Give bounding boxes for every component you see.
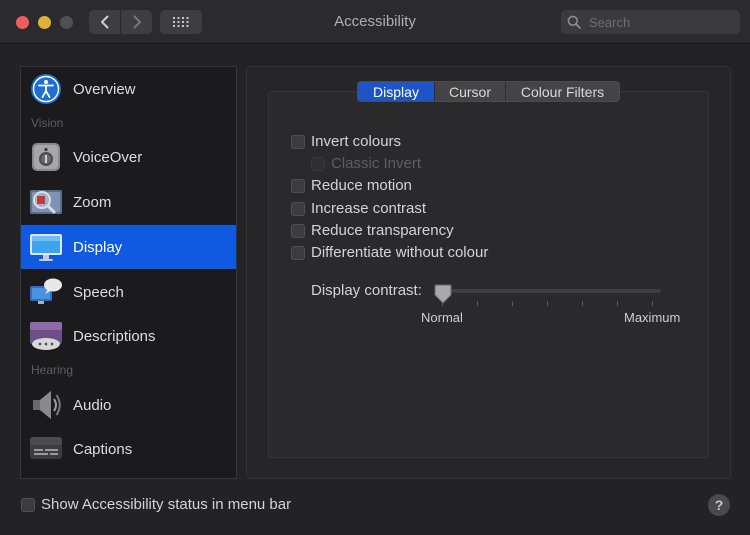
back-button[interactable] xyxy=(89,10,120,34)
section-header-hearing: Hearing xyxy=(31,363,74,377)
accessibility-icon xyxy=(29,72,63,106)
help-button[interactable]: ? xyxy=(708,494,730,516)
show-status-checkbox[interactable] xyxy=(21,497,35,512)
sidebar-item-display[interactable]: Display xyxy=(21,225,236,269)
slider-tick xyxy=(652,301,653,306)
contrast-min-label: Normal xyxy=(421,310,463,325)
slider-tick xyxy=(582,301,583,306)
sidebar-item-zoom[interactable]: Zoom xyxy=(21,180,236,224)
increase-contrast-option[interactable]: Increase contrast xyxy=(291,200,426,217)
show-status-label: Show Accessibility status in menu bar xyxy=(41,496,292,513)
forward-button[interactable] xyxy=(120,10,152,34)
sidebar-item-label: Zoom xyxy=(73,193,112,211)
differentiate-without-colour-label: Differentiate without colour xyxy=(311,244,489,261)
invert-colours-label: Invert colours xyxy=(311,133,402,150)
chevron-right-icon xyxy=(133,15,141,29)
sidebar-item-overview[interactable]: Overview xyxy=(21,67,236,111)
slider-tick xyxy=(617,301,618,306)
classic-invert-option: Classic Invert xyxy=(311,155,421,172)
sidebar: Overview Vision VoiceOver Zoom Display S… xyxy=(20,66,237,479)
reduce-transparency-checkbox[interactable] xyxy=(291,223,305,238)
tab-colour-filters[interactable]: Colour Filters xyxy=(505,82,619,101)
reduce-motion-checkbox[interactable] xyxy=(291,178,305,193)
display-icon xyxy=(29,230,63,264)
differentiate-without-colour-option[interactable]: Differentiate without colour xyxy=(291,244,488,261)
sidebar-item-label: Display xyxy=(73,238,123,256)
contrast-slider-track[interactable] xyxy=(437,289,661,293)
zoom-icon xyxy=(29,185,63,219)
contrast-max-label: Maximum xyxy=(624,310,681,325)
invert-colours-option[interactable]: Invert colours xyxy=(291,133,401,150)
classic-invert-label: Classic Invert xyxy=(331,155,422,172)
contrast-slider-thumb[interactable] xyxy=(434,284,452,304)
navigation-buttons xyxy=(89,10,152,34)
sidebar-item-label: Captions xyxy=(73,440,133,458)
sidebar-item-voiceover[interactable]: VoiceOver xyxy=(21,135,236,179)
voiceover-icon xyxy=(29,140,63,174)
classic-invert-checkbox xyxy=(311,156,325,171)
chevron-left-icon xyxy=(100,15,108,29)
tab-bar: Display Cursor Colour Filters xyxy=(357,81,620,102)
slider-tick xyxy=(512,301,513,306)
close-window-button[interactable] xyxy=(16,16,29,29)
show-all-button[interactable] xyxy=(160,10,202,34)
sidebar-item-label: VoiceOver xyxy=(73,148,143,166)
preferences-window: Accessibility Overview Vision xyxy=(0,0,750,535)
title-bar: Accessibility xyxy=(0,0,750,44)
show-status-option[interactable]: Show Accessibility status in menu bar xyxy=(21,496,291,513)
tab-display[interactable]: Display xyxy=(358,82,434,101)
tab-cursor[interactable]: Cursor xyxy=(434,82,505,101)
slider-tick xyxy=(477,301,478,306)
search-field[interactable] xyxy=(561,10,740,34)
reduce-motion-option[interactable]: Reduce motion xyxy=(291,177,412,194)
speaker-icon xyxy=(29,388,63,422)
reduce-transparency-label: Reduce transparency xyxy=(311,222,454,239)
reduce-transparency-option[interactable]: Reduce transparency xyxy=(291,222,454,239)
search-icon xyxy=(567,15,581,29)
sidebar-item-audio[interactable]: Audio xyxy=(21,383,236,427)
zoom-window-button[interactable] xyxy=(60,16,73,29)
increase-contrast-checkbox[interactable] xyxy=(291,201,305,216)
reduce-motion-label: Reduce motion xyxy=(311,177,412,194)
search-input[interactable] xyxy=(587,13,731,31)
sidebar-item-descriptions[interactable]: Descriptions xyxy=(21,314,236,358)
increase-contrast-label: Increase contrast xyxy=(311,200,427,217)
minimize-window-button[interactable] xyxy=(38,16,51,29)
sidebar-item-label: Descriptions xyxy=(73,327,156,345)
section-header-vision: Vision xyxy=(31,116,64,130)
captions-icon xyxy=(29,432,63,466)
differentiate-without-colour-checkbox[interactable] xyxy=(291,245,305,260)
speech-icon xyxy=(29,275,63,309)
sidebar-item-label: Speech xyxy=(73,283,124,301)
sidebar-item-speech[interactable]: Speech xyxy=(21,270,236,314)
sidebar-item-label: Audio xyxy=(73,396,112,414)
sidebar-item-captions[interactable]: Captions xyxy=(21,427,236,471)
grid-icon xyxy=(173,17,189,27)
slider-tick xyxy=(547,301,548,306)
display-contrast-label: Display contrast: xyxy=(311,282,422,299)
descriptions-icon xyxy=(29,319,63,353)
invert-colours-checkbox[interactable] xyxy=(291,134,305,149)
sidebar-item-label: Overview xyxy=(73,80,136,98)
